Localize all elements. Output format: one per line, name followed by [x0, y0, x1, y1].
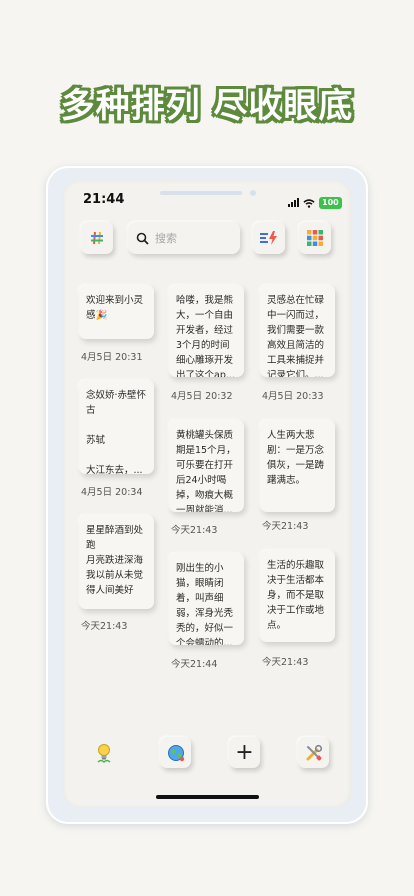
note-card[interactable]: 灵感总在忙碌中一闪而过，我们需要一款高效且简洁的工具来捕捉并记录它们。... [260, 285, 335, 377]
note-card[interactable]: 哈喽，我是熊大，一个自由开发者，经过3个月的时间细心雕琢开发出了这个ap... [169, 285, 244, 377]
search-icon [136, 232, 149, 245]
headline: 多种排列 尽收眼底 [60, 86, 354, 126]
note-date: 4月5日 20:34 [81, 487, 143, 498]
battery-badge: 100 [319, 196, 342, 209]
note-date: 今天21:43 [81, 621, 128, 632]
idea-button[interactable] [88, 737, 119, 768]
sort-bolt-icon [260, 231, 277, 245]
lightbulb-icon [96, 743, 111, 763]
note-date: 4月5日 20:33 [262, 391, 324, 402]
note-date: 今天21:44 [171, 659, 218, 670]
note-card[interactable]: 念奴娇·赤壁怀古 苏轼 大江东去，... [79, 380, 154, 474]
globe-icon [167, 744, 184, 761]
note-card[interactable]: 刚出生的小猫，眼睛闭着，叫声细弱，浑身光秃秃的，好似一个会蠕动的... [169, 553, 244, 645]
signal-icon [288, 198, 299, 207]
camera-dot [250, 190, 256, 196]
sort-button[interactable] [253, 222, 285, 254]
search-placeholder: 搜索 [155, 232, 177, 245]
status-time: 21:44 [83, 192, 125, 207]
note-date: 今天21:43 [262, 521, 309, 532]
note-card[interactable]: 星星醉酒到处跑 月亮跌进深海 我以前从未觉得人间美好 [79, 515, 154, 609]
status-indicators: 100 [288, 193, 342, 212]
note-card[interactable]: 欢迎来到小灵感🎉 [79, 285, 154, 339]
note-card[interactable]: 人生两大悲剧：一是万念俱灰，一是踌躇满志。 [260, 420, 335, 512]
grid-icon [307, 230, 323, 246]
settings-button[interactable] [298, 737, 329, 768]
note-date: 今天21:43 [171, 525, 218, 536]
note-date: 4月5日 20:32 [171, 391, 233, 402]
note-date: 4月5日 20:31 [81, 352, 143, 363]
tools-icon [306, 744, 322, 761]
layout-button[interactable] [299, 222, 331, 254]
hashtag-icon [91, 231, 103, 245]
speaker-notch [160, 191, 242, 195]
note-card[interactable]: 生活的乐趣取决于生活都本身，而不是取决于工作或地点。 [260, 550, 335, 642]
explore-button[interactable] [160, 737, 191, 768]
tag-button[interactable] [81, 222, 113, 254]
wifi-icon [303, 193, 315, 212]
add-note-button[interactable]: + [229, 737, 260, 768]
home-indicator [156, 795, 259, 799]
search-bar[interactable]: 搜索 [128, 222, 240, 254]
note-card[interactable]: 黄桃罐头保质期是15个月，可乐要在打开后24小时喝掉，吻痕大概一周就能消... [169, 420, 244, 512]
note-date: 今天21:43 [262, 657, 309, 668]
